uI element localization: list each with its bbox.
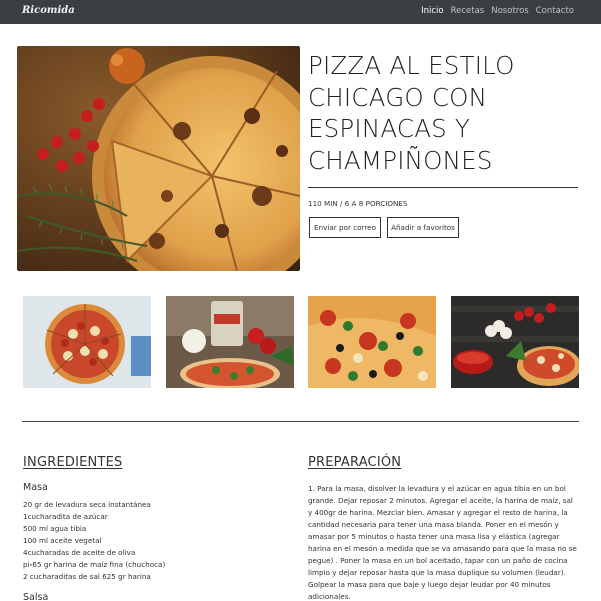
ingredient-item: pi›65 gr harina de maíz fina (chuchoca) [23,560,166,569]
recipe-title-line: CHICAGO CON [308,82,488,112]
favorite-button[interactable]: Añadir a favoritos [387,217,459,238]
ingredients-subheading-masa: Masa [23,482,48,493]
hero-pizza-image [17,46,300,271]
ingredient-item: 100 ml aceite vegetal [23,536,102,545]
ingredient-item: 500 ml agua tibia [23,524,87,533]
section-divider [22,421,579,422]
ingredient-item: 20 gr de levadura seca instantánea [23,500,151,509]
gallery-image-2[interactable] [166,296,294,388]
ingredient-item: 4cucharadas de aceite de oliva [23,548,136,557]
recipe-meta: 110 MIN / 6 A 8 PORCIONES [308,199,408,208]
nav-item-nosotros[interactable]: Nosotros [491,6,528,16]
recipe-title: PIZZA AL ESTILO CHICAGO CON ESPINACAS Y … [308,50,588,176]
nav-item-inicio[interactable]: Inicio [421,6,444,16]
ingredient-item: 2 cucharaditas de sal 625 gr harina [23,572,151,581]
gallery-image-4[interactable] [451,296,579,388]
email-button[interactable]: Enviar por correo [309,217,381,238]
recipe-title-line: PIZZA AL ESTILO [308,51,515,80]
navbar: Ricomida Inicio Recetas Nosotros Contact… [0,0,601,24]
title-divider [308,187,578,188]
nav-item-contacto[interactable]: Contacto [536,6,574,16]
gallery-image-3[interactable] [308,296,436,388]
recipe-title-line: CHAMPIÑONES [308,145,493,175]
ingredients-subheading-salsa: Salsa [23,592,49,601]
ingredients-heading: INGREDIENTES [23,455,123,470]
nav-item-recetas[interactable]: Recetas [451,6,485,16]
nav-menu: Inicio Recetas Nosotros Contacto [421,6,574,16]
recipe-title-line: ESPINACAS Y [308,114,471,143]
gallery-image-1[interactable] [23,296,151,388]
ingredient-item: 1cucharadita de azúcar [23,512,108,521]
preparation-heading: PREPARACIÓN [308,455,402,470]
brand-logo[interactable]: Ricomida [22,5,75,16]
ingredients-list: 20 gr de levadura seca instantánea 1cuch… [23,499,273,583]
preparation-text: 1. Para la masa, disolver la levadura y … [308,484,577,601]
